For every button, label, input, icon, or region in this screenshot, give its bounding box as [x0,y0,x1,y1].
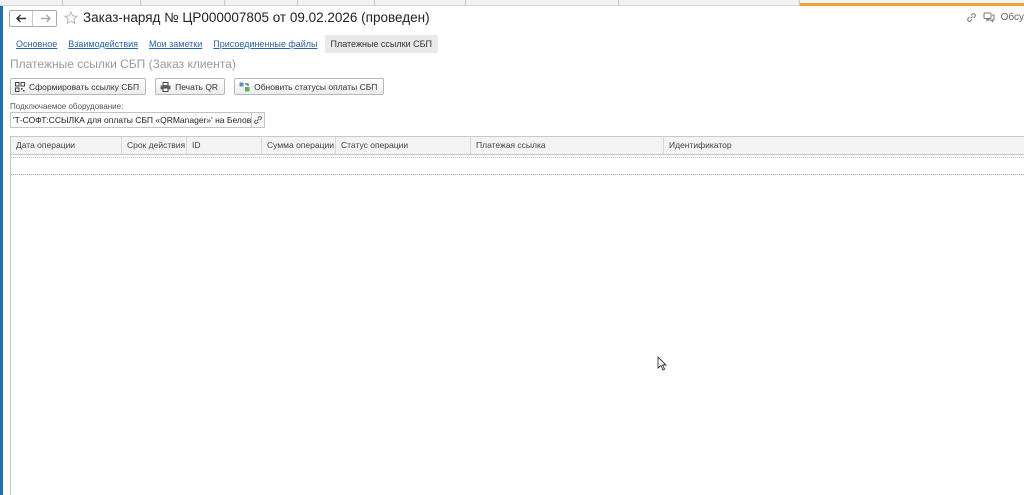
active-window-tab-indicator[interactable] [800,3,1024,6]
left-accent-bar [0,6,3,495]
discussion-icon [983,12,995,23]
refresh-status-icon [239,82,250,91]
column-header-operation-date[interactable]: Дата операции [11,137,122,154]
qr-code-icon [15,81,25,92]
header-right-actions: Обсу [966,12,1024,23]
link-icon[interactable] [966,12,977,23]
column-header-id[interactable]: ID [187,137,262,154]
discussion-button[interactable]: Обсу [1001,12,1024,23]
table-header: Дата операции Срок действия ID Сумма опе… [11,137,1024,155]
column-header-status[interactable]: Статус операции [336,137,471,154]
tab-sbp-payment-links[interactable]: Платежные ссылки СБП [324,35,438,53]
table-row[interactable] [11,157,1024,175]
form-header: Заказ-наряд № ЦР000007805 от 09.02.2026 … [9,9,1024,29]
column-header-expiry[interactable]: Срок действия [122,137,187,154]
tab-my-notes[interactable]: Мои заметки [149,39,202,49]
column-header-identifier[interactable]: Идентификатор [664,137,1024,154]
arrow-right-icon [41,14,51,23]
page-title: Заказ-наряд № ЦР000007805 от 09.02.2026 … [83,10,430,25]
navigation-buttons [9,10,57,27]
back-button[interactable] [10,11,33,26]
print-qr-label: Печать QR [175,81,219,92]
command-bar: Сформировать ссылку СБП Печать QR Обнови… [10,78,385,96]
refresh-sbp-status-label: Обновить статусы оплаты СБП [254,81,378,92]
print-qr-button[interactable]: Печать QR [155,78,226,95]
arrow-left-icon [15,14,26,23]
star-icon [63,10,79,25]
equipment-field[interactable]: 'Т-СОФТ:ССЫЛКА для оплаты СБП «QRManager… [10,112,252,128]
refresh-sbp-status-button[interactable]: Обновить статусы оплаты СБП [234,78,385,95]
generate-sbp-link-label: Сформировать ссылку СБП [29,81,140,92]
tab-attached-files[interactable]: Присоединенные файлы [213,39,317,49]
form-tabs: Основное Взаимодействия Мои заметки Прис… [16,34,449,54]
column-header-amount[interactable]: Сумма операции [262,137,336,154]
forward-button[interactable] [34,11,57,26]
printer-icon [160,81,171,92]
column-header-payment-link[interactable]: Платежая ссылка [471,137,664,154]
window-tabs-strip [0,0,1024,6]
open-link-icon [254,116,262,124]
tab-interactions[interactable]: Взаимодействия [68,39,138,49]
equipment-label: Подключаемое оборудование: [10,102,124,111]
tab-main[interactable]: Основное [16,39,57,49]
mouse-cursor-icon [657,356,667,371]
section-title: Платежные ссылки СБП (Заказ клиента) [10,57,236,71]
favorite-button[interactable] [63,10,79,28]
payment-links-table: Дата операции Срок действия ID Сумма опе… [10,136,1024,495]
generate-sbp-link-button[interactable]: Сформировать ссылку СБП [10,78,147,95]
equipment-open-button[interactable] [252,112,265,128]
